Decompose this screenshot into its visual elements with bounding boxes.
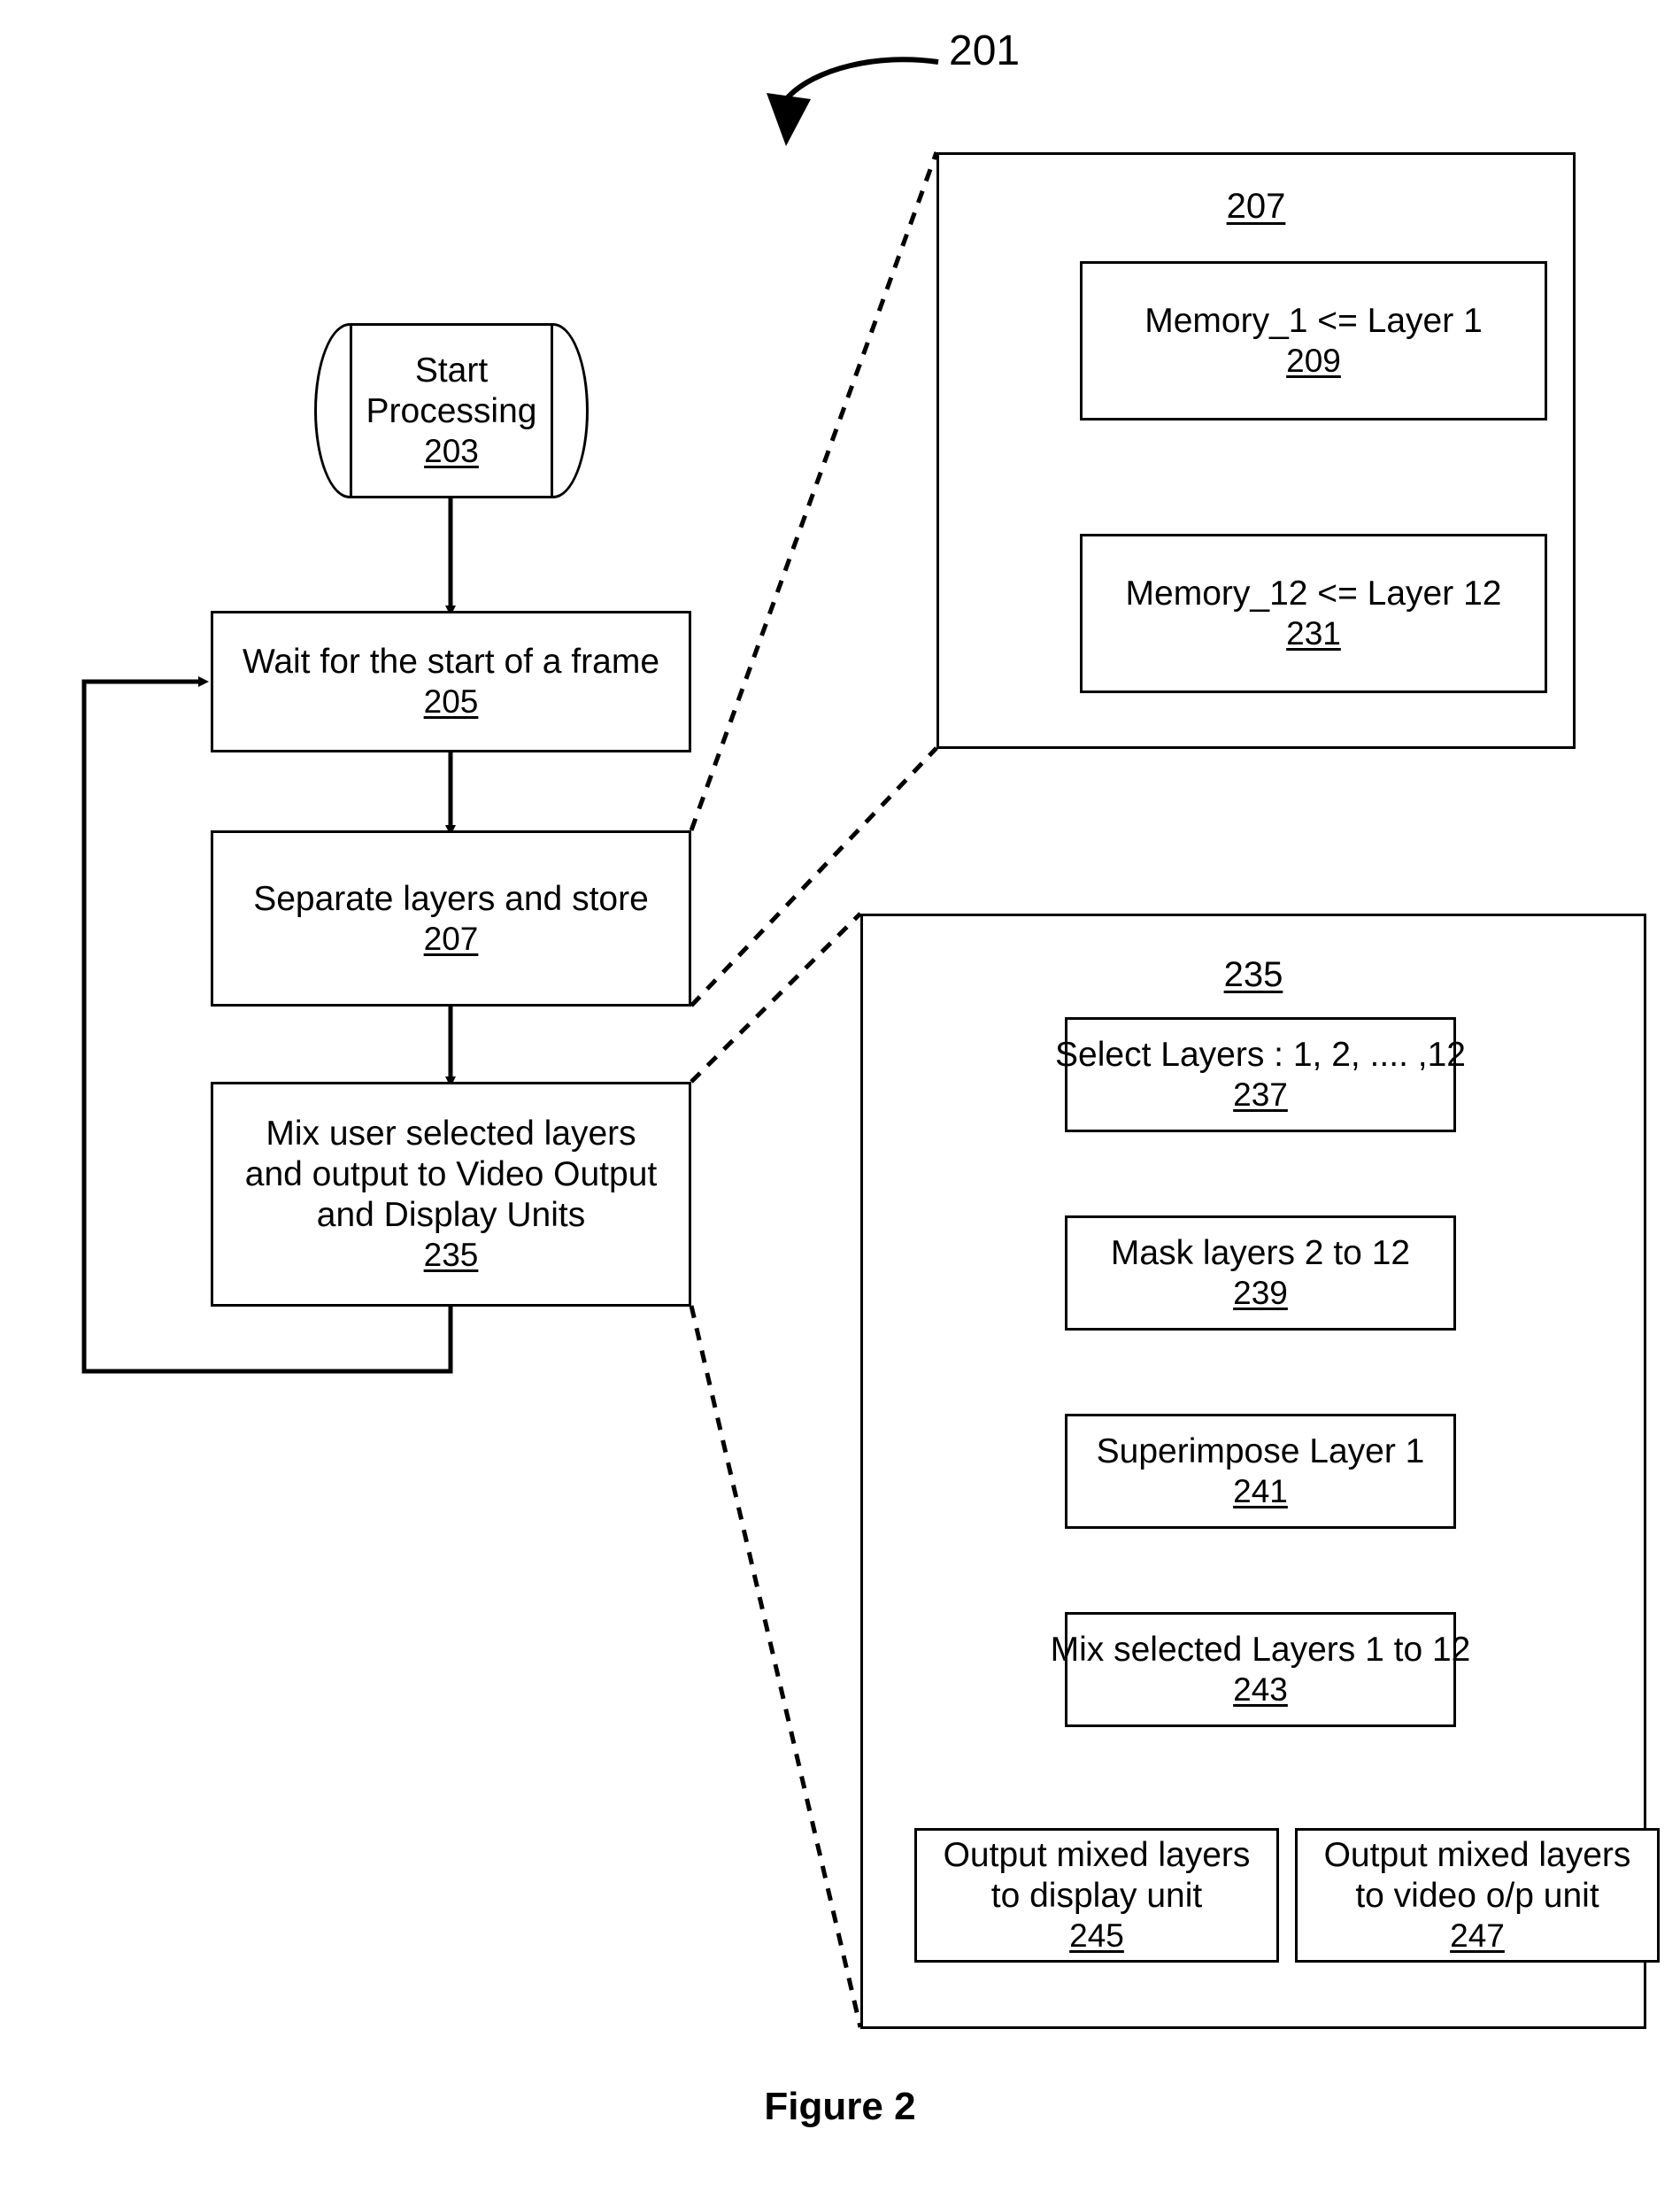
output-display-unit-ref: 245 [1069,1917,1124,1955]
mask-layers-label: Mask layers 2 to 12 [1110,1234,1411,1273]
start-processing-ref: 203 [424,433,479,470]
callout-arrow-201 [767,57,939,146]
start-processing-node: Start Processing 203 [314,323,589,498]
select-layers-label: Select Layers : 1, 2, .... ,12 [1055,1036,1466,1075]
superimpose-layer-label: Superimpose Layer 1 [1096,1432,1425,1471]
figure-caption: Figure 2 [764,2085,916,2128]
superimpose-layer-ref: 241 [1233,1473,1288,1510]
memory-1-label: Memory_1 <= Layer 1 [1144,302,1483,341]
mix-selected-layers-label: Mix selected Layers 1 to 12 [1050,1631,1471,1670]
callout-lines-235 [689,912,863,2028]
output-video-unit-ref: 247 [1450,1917,1505,1955]
step-mix-user-layers: Mix user selected layers and output to V… [211,1082,691,1307]
start-processing-line1: Start [414,351,489,390]
select-layers-ref: 237 [1233,1076,1288,1114]
mask-layers-ref: 239 [1233,1275,1288,1312]
memory-12-ref: 231 [1286,615,1341,652]
detail-panel-207: 207 Memory_1 <= Layer 1 209 Memory_12 <=… [936,152,1576,749]
memory-1-box: Memory_1 <= Layer 1 209 [1080,261,1547,420]
patent-figure-2: 201 Start Processing 203 Wait for the st… [0,0,1680,2191]
memory-12-box: Memory_12 <= Layer 12 231 [1080,534,1547,693]
mask-layers-box: Mask layers 2 to 12 239 [1065,1215,1456,1331]
output-display-unit-line2: to display unit [990,1877,1203,1916]
memory-12-label: Memory_12 <= Layer 12 [1125,575,1502,613]
step-mix-user-layers-ref: 235 [423,1237,479,1274]
detail-panel-207-ref: 207 [1226,187,1286,226]
step-wait-for-frame-label: Wait for the start of a frame [242,643,660,682]
step-wait-for-frame: Wait for the start of a frame 205 [211,611,691,752]
step-separate-layers-label: Separate layers and store [253,879,649,918]
start-processing-body: Start Processing 203 [350,323,553,498]
step-mix-user-layers-line1: Mix user selected layers [266,1115,636,1153]
memory-1-ref: 209 [1286,343,1341,380]
output-display-unit-box: Output mixed layers to display unit 245 [914,1828,1279,1963]
figure-callout-201-label: 201 [949,27,1021,74]
step-separate-layers: Separate layers and store 207 [211,830,691,1007]
step-wait-for-frame-ref: 205 [423,683,479,721]
mix-selected-layers-ref: 243 [1233,1671,1288,1709]
output-display-unit-line1: Output mixed layers [943,1836,1251,1875]
start-processing-line2: Processing [366,392,537,431]
output-video-unit-box: Output mixed layers to video o/p unit 24… [1295,1828,1660,1963]
detail-panel-235: 235 Select Layers : 1, 2, .... ,12 237 M… [860,914,1660,2029]
step-mix-user-layers-line2: and output to Video Output [244,1155,658,1194]
output-video-unit-line2: to video o/p unit [1355,1877,1599,1916]
step-separate-layers-ref: 207 [423,920,479,957]
superimpose-layer-box: Superimpose Layer 1 241 [1065,1414,1456,1529]
select-layers-box: Select Layers : 1, 2, .... ,12 237 [1055,1017,1466,1132]
output-video-unit-line1: Output mixed layers [1323,1836,1631,1875]
detail-panel-235-ref: 235 [1223,955,1283,994]
mix-selected-layers-box: Mix selected Layers 1 to 12 243 [1051,1612,1470,1727]
callout-lines-207 [689,151,939,1007]
step-mix-user-layers-line3: and Display Units [316,1196,586,1235]
